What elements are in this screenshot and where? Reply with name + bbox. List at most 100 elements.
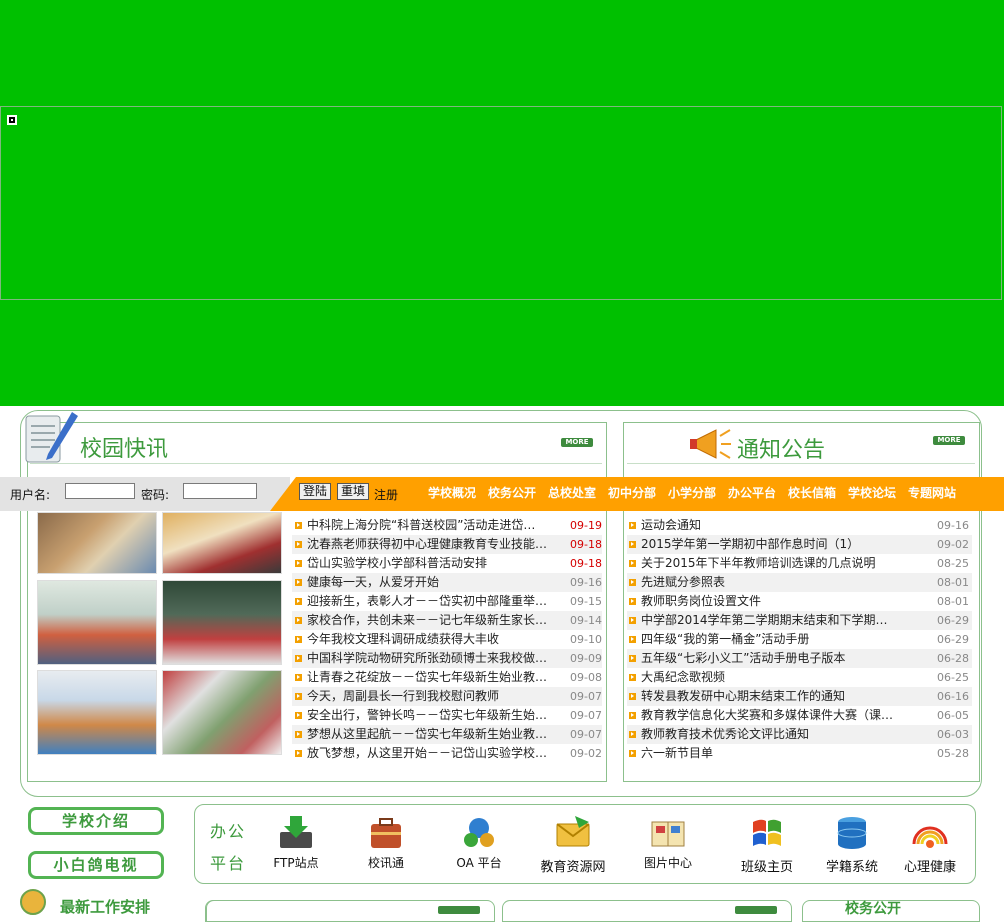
education-resource-link[interactable]: 教育资源网	[540, 812, 606, 875]
news-photo[interactable]	[162, 512, 282, 574]
reset-button[interactable]: 重填	[337, 483, 370, 500]
notice-item[interactable]: 转发县教发研中心期末结束工作的通知 06-16	[627, 687, 972, 706]
news-photo[interactable]	[37, 580, 157, 665]
news-item-title[interactable]: 岱山实验学校小学部科普活动安排	[307, 554, 549, 573]
nav-school-affairs[interactable]: 校务公开	[488, 484, 536, 501]
news-item-date: 09-19	[570, 519, 602, 532]
news-item[interactable]: 岱山实验学校小学部科普活动安排 09-18	[292, 554, 602, 573]
notice-item-title[interactable]: 教育教学信息化大奖赛和多媒体课件大赛（课…	[641, 706, 893, 725]
news-item-date: 09-09	[570, 652, 602, 665]
notice-item-title[interactable]: 四年级“我的第一桶金”活动手册	[641, 630, 893, 649]
news-item-title[interactable]: 中国科学院动物研究所张劲硕博士来我校做…	[307, 649, 549, 668]
news-item-title[interactable]: 家校合作，共创未来－－记七年级新生家长…	[307, 611, 549, 630]
notice-item-title[interactable]: 六一新节目单	[641, 744, 893, 763]
news-item[interactable]: 安全出行，警钟长鸣－－岱实七年级新生始… 09-07	[292, 706, 602, 725]
password-input[interactable]	[183, 483, 257, 499]
news-item[interactable]: 今天，周副县长一行到我校慰问教师 09-07	[292, 687, 602, 706]
nav-topic-sites[interactable]: 专题网站	[908, 484, 956, 501]
username-input[interactable]	[65, 483, 135, 499]
news-item[interactable]: 放飞梦想，从这里开始－－记岱山实验学校… 09-02	[292, 744, 602, 763]
bullet-arrow-icon	[295, 579, 302, 586]
bullet-arrow-icon	[629, 598, 636, 605]
news-item-date: 09-10	[570, 633, 602, 646]
bullet-arrow-icon	[629, 560, 636, 567]
notice-item[interactable]: 中学部2014学年第二学期期末结束和下学期开… 06-29	[627, 611, 972, 630]
nav-school-forum[interactable]: 学校论坛	[848, 484, 896, 501]
notice-item-title[interactable]: 教师教育技术优秀论文评比通知	[641, 725, 893, 744]
news-photo[interactable]	[162, 580, 282, 665]
news-item-title[interactable]: 放飞梦想，从这里开始－－记岱山实验学校…	[307, 744, 549, 763]
notice-item[interactable]: 大禹纪念歌视频 06-25	[627, 668, 972, 687]
news-item[interactable]: 中科院上海分院“科普送校园”活动走进岱… 09-19	[292, 516, 602, 535]
notice-item-title[interactable]: 五年级“七彩小义工”活动手册电子版本	[641, 649, 893, 668]
notice-item[interactable]: 2015学年第一学期初中部作息时间（1） 09-02	[627, 535, 972, 554]
news-item-title[interactable]: 沈春燕老师获得初中心理健康教育专业技能…	[307, 535, 549, 554]
news-item-date: 09-14	[570, 614, 602, 627]
news-item-title[interactable]: 安全出行，警钟长鸣－－岱实七年级新生始…	[307, 706, 549, 725]
notice-item-title[interactable]: 转发县教发研中心期末结束工作的通知	[641, 687, 893, 706]
mental-health-label: 心理健康	[903, 860, 956, 875]
notice-item[interactable]: 四年级“我的第一桶金”活动手册 06-29	[627, 630, 972, 649]
bullet-arrow-icon	[295, 541, 302, 548]
notice-item[interactable]: 教师教育技术优秀论文评比通知 06-03	[627, 725, 972, 744]
picture-center-link[interactable]: 图片中心	[636, 812, 700, 870]
notice-item[interactable]: 教师职务岗位设置文件 08-01	[627, 592, 972, 611]
news-item[interactable]: 让青春之花绽放－－岱实七年级新生始业教… 09-08	[292, 668, 602, 687]
news-more-button[interactable]: MORE	[561, 438, 593, 447]
login-button[interactable]: 登陆	[299, 483, 332, 500]
notices-more-button[interactable]: MORE	[933, 436, 965, 445]
news-item-title[interactable]: 梦想从这里起航－－岱实七年级新生始业教…	[307, 725, 549, 744]
notice-item-title[interactable]: 教师职务岗位设置文件	[641, 592, 893, 611]
nav-middle-school[interactable]: 初中分部	[608, 484, 656, 501]
notice-item[interactable]: 五年级“七彩小义工”活动手册电子版本 06-28	[627, 649, 972, 668]
notice-item[interactable]: 先进赋分参照表 08-01	[627, 573, 972, 592]
news-item[interactable]: 中国科学院动物研究所张劲硕博士来我校做… 09-09	[292, 649, 602, 668]
notice-item[interactable]: 关于2015年下半年教师培训选课的几点说明 08-25	[627, 554, 972, 573]
notice-item[interactable]: 教育教学信息化大奖赛和多媒体课件大赛（课… 06-05	[627, 706, 972, 725]
password-label: 密码:	[141, 488, 170, 502]
flash-banner-frame	[0, 106, 1002, 300]
nav-office-platform[interactable]: 办公平台	[728, 484, 776, 501]
news-item-title[interactable]: 中科院上海分院“科普送校园”活动走进岱…	[307, 516, 549, 535]
mental-health-link[interactable]: 心理健康	[898, 812, 962, 875]
news-item[interactable]: 健康每一天，从爱牙开始 09-16	[292, 573, 602, 592]
news-photo[interactable]	[162, 670, 282, 755]
notice-item-title[interactable]: 中学部2014学年第二学期期末结束和下学期开…	[641, 611, 893, 630]
news-item[interactable]: 家校合作，共创未来－－记七年级新生家长… 09-14	[292, 611, 602, 630]
news-item[interactable]: 今年我校文理科调研成绩获得大丰收 09-10	[292, 630, 602, 649]
notice-item-title[interactable]: 大禹纪念歌视频	[641, 668, 893, 687]
notice-item[interactable]: 六一新节目单 05-28	[627, 744, 972, 763]
nav-head-office[interactable]: 总校处室	[548, 484, 596, 501]
nav-principal-mailbox[interactable]: 校长信箱	[788, 484, 836, 501]
news-item-title[interactable]: 今年我校文理科调研成绩获得大丰收	[307, 630, 549, 649]
bullet-arrow-icon	[629, 750, 636, 757]
news-item[interactable]: 梦想从这里起航－－岱实七年级新生始业教… 09-07	[292, 725, 602, 744]
news-item[interactable]: 沈春燕老师获得初中心理健康教育专业技能… 09-18	[292, 535, 602, 554]
news-item-title[interactable]: 健康每一天，从爱牙开始	[307, 573, 549, 592]
news-item[interactable]: 迎接新生，表彰人才－－岱实初中部隆重举… 09-15	[292, 592, 602, 611]
notice-item[interactable]: 运动会通知 09-16	[627, 516, 972, 535]
notice-item-title[interactable]: 运动会通知	[641, 516, 893, 535]
news-item-title[interactable]: 迎接新生，表彰人才－－岱实初中部隆重举…	[307, 592, 549, 611]
news-photo[interactable]	[37, 670, 157, 755]
nav-school-overview[interactable]: 学校概况	[428, 484, 476, 501]
oa-platform-link[interactable]: OA 平台	[447, 812, 511, 870]
mail-arrow-icon	[556, 816, 590, 847]
register-link[interactable]: 注册	[374, 486, 398, 503]
news-item-title[interactable]: 让青春之花绽放－－岱实七年级新生始业教…	[307, 668, 549, 687]
white-dove-tv-button[interactable]: 小白鸽电视	[28, 851, 164, 879]
platform-label-top: 办公	[210, 822, 247, 841]
news-item-title[interactable]: 今天，周副县长一行到我校慰问教师	[307, 687, 549, 706]
notice-item-title[interactable]: 先进赋分参照表	[641, 573, 893, 592]
notice-item-date: 08-25	[937, 557, 969, 570]
news-photo[interactable]	[37, 512, 157, 574]
notice-item-date: 06-29	[937, 633, 969, 646]
school-intro-button[interactable]: 学校介绍	[28, 807, 164, 835]
ftp-site-link[interactable]: FTP站点	[264, 812, 328, 870]
notice-item-title[interactable]: 2015学年第一学期初中部作息时间（1）	[641, 535, 893, 554]
notice-item-title[interactable]: 关于2015年下半年教师培训选课的几点说明	[641, 554, 893, 573]
student-records-link[interactable]: 学籍系统	[820, 812, 884, 875]
nav-primary-school[interactable]: 小学分部	[668, 484, 716, 501]
class-homepage-link[interactable]: 班级主页	[735, 812, 799, 875]
xiaoxuntong-link[interactable]: 校讯通	[354, 812, 418, 870]
